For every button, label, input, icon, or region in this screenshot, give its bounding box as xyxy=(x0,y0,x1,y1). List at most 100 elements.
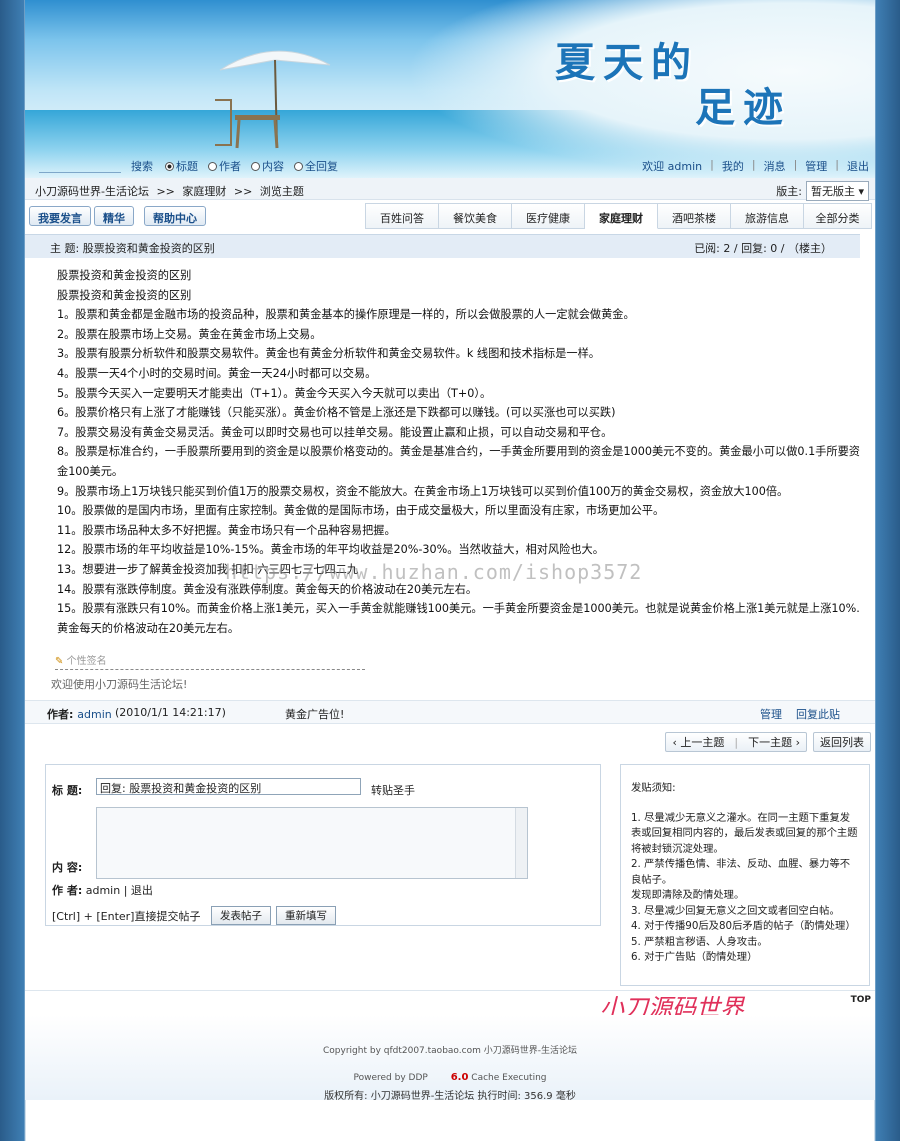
reply-form: 标 题: 回复: 股票投资和黄金投资的区别 转贴圣手 内 容: 作 者: adm… xyxy=(45,764,601,926)
chevron-down-icon: ▾ xyxy=(858,185,864,198)
user-bar: 欢迎 admin | 我的 | 消息 | 管理 | 退出 xyxy=(642,158,869,174)
breadcrumb-board[interactable]: 家庭理财 xyxy=(182,185,226,198)
manage-button[interactable]: 管理 xyxy=(760,706,782,722)
post-line: 股票投资和黄金投资的区别 xyxy=(57,288,192,302)
search-option-all-replies[interactable]: 全回复 xyxy=(294,158,338,174)
post-line: 3。股票有股票分析软件和股票交易软件。黄金也有黄金分析软件和黄金交易软件。k 线… xyxy=(57,347,600,361)
post-line: 6。股票价格只有上涨了才能赚钱（只能买涨）。黄金价格不管是上涨还是下跌都可以赚钱… xyxy=(57,406,616,420)
submit-tip: [Ctrl] + [Enter]直接提交帖子 xyxy=(52,910,201,923)
search-bar: 搜索 标题 作者 内容 全回复 欢迎 admin | 我的 | 消息 | 管理 … xyxy=(25,155,875,177)
post-line: 5。股票今天买入一定要明天才能卖出（T+1）。黄金今天买入今天就可以卖出（T+0… xyxy=(57,386,492,400)
reply-post-link[interactable]: 回复此贴 xyxy=(796,706,840,722)
footer-top-bar: TOP xyxy=(25,990,875,1010)
banner-title-line1: 夏天的 xyxy=(555,39,699,86)
breadcrumb-forum[interactable]: 小刀源码世界-生活论坛 xyxy=(35,185,149,198)
banner-title-line2: 足迹 xyxy=(695,84,791,131)
scrollbar[interactable] xyxy=(515,808,527,878)
topic-navigation: ‹ 上一主题 | 下一主题 › 返回列表 xyxy=(665,732,871,752)
content-label: 内 容: xyxy=(52,861,83,874)
reset-button[interactable]: 重新填写 xyxy=(276,906,336,925)
submit-button[interactable]: 发表帖子 xyxy=(211,906,271,925)
moderator-select: 版主: 暂无版主 ▾ xyxy=(776,181,869,201)
posting-rules: 发贴须知: 1. 尽量减少无意义之灌水。在同一主题下重复发表或回复相同内容的，最… xyxy=(620,764,870,986)
post-line: 12。股票市场的年平均收益是10%-15%。黄金市场的年平均收益是20%-30%… xyxy=(57,543,604,557)
powered-by: Powered by DDP 6.0 Cache Executing xyxy=(353,1072,547,1083)
my-link[interactable]: 我的 xyxy=(722,158,744,174)
rule-item: 2. 严禁传播色情、非法、反动、血腥、暴力等不良帖子。 xyxy=(631,858,851,886)
tab-bar[interactable]: 酒吧茶楼 xyxy=(658,204,731,229)
post-line: 8。股票是标准合约，一手股票所要用到的资金是以股票价格变动的。黄金是基准合约，一… xyxy=(57,445,860,478)
logout-link[interactable]: 退出 xyxy=(847,158,869,174)
banner-title: 夏天的 足迹 xyxy=(555,30,783,131)
username[interactable]: admin xyxy=(668,160,702,173)
ad-slot: 黄金广告位! xyxy=(285,708,345,721)
help-center-button[interactable]: 帮助中心 xyxy=(144,206,206,226)
next-topic-button[interactable]: 下一主题 › xyxy=(748,734,800,750)
signature-divider: ✎ 个性签名 xyxy=(55,652,365,670)
search-option-author[interactable]: 作者 xyxy=(208,158,241,174)
search-option-title[interactable]: 标题 xyxy=(165,158,198,174)
breadcrumb-current: 浏览主题 xyxy=(259,185,304,198)
back-to-list-button[interactable]: 返回列表 xyxy=(813,732,871,752)
tab-travel[interactable]: 旅游信息 xyxy=(731,204,804,229)
rule-item: 5. 严禁粗言秽语、人身攻击。 xyxy=(631,935,768,948)
radio-icon xyxy=(208,161,217,171)
copyright: Copyright by qfdt2007.taobao.com 小刀源码世界-… xyxy=(323,1046,577,1056)
post-line: 10。股票做的是国内市场，里面有庄家控制。黄金做的是国际市场，由于成交量极大，所… xyxy=(57,504,665,518)
search-option-content[interactable]: 内容 xyxy=(251,158,284,174)
new-post-button[interactable]: 我要发言 xyxy=(29,206,91,226)
post-date: (2010/1/1 14:21:17) xyxy=(115,706,226,719)
topic-stats: 已阅: 2 / 回复: 0 / （楼主） xyxy=(694,242,832,255)
author-name[interactable]: admin xyxy=(77,708,111,721)
action-row: 我要发言 精华 帮助中心 百姓问答 餐饮美食 医疗健康 家庭理财 酒吧茶楼 旅游… xyxy=(25,203,875,231)
umbrella-icon xyxy=(215,50,331,149)
breadcrumb: 小刀源码世界-生活论坛 >> 家庭理财 >> 浏览主题 版主: 暂无版主 ▾ xyxy=(25,178,875,201)
rule-item: 6. 对于广告贴（酌情处理） xyxy=(631,951,758,963)
pencil-icon: ✎ xyxy=(55,656,64,667)
post-line: 股票投资和黄金投资的区别 xyxy=(57,269,192,282)
post-welcome: 欢迎使用小刀源码生活论坛! xyxy=(51,678,188,691)
radio-checked-icon xyxy=(165,161,174,171)
topic-header: 主 题: 股票投资和黄金投资的区别 已阅: 2 / 回复: 0 / （楼主） xyxy=(25,234,860,258)
rule-item: 1. 尽量减少无意义之灌水。在同一主题下重复发表或回复相同内容的，最后发表或回复… xyxy=(631,811,858,855)
watermark: https://www.huzhan.com/ishop3572 xyxy=(225,560,643,584)
banner-beach xyxy=(405,0,875,178)
topic-subject: 主 题: 股票投资和黄金投资的区别 xyxy=(50,242,215,255)
post-line: 11。股票市场品种太多不好把握。黄金市场只有一个品种容易把握。 xyxy=(57,523,396,537)
rule-item: 3. 尽量减少回复无意义之回文或者回空白帖。 xyxy=(631,904,840,917)
reply-author: 作 者: admin | 退出 xyxy=(52,884,153,897)
tab-all[interactable]: 全部分类 xyxy=(804,204,872,229)
repost-label[interactable]: 转贴圣手 xyxy=(371,782,415,798)
back-to-top-link[interactable]: TOP xyxy=(851,995,871,1005)
welcome-text: 欢迎 admin xyxy=(642,160,703,173)
rule-item: 发现即清除及酌情处理。 xyxy=(631,889,745,901)
manage-link[interactable]: 管理 xyxy=(805,158,827,174)
moderator-dropdown[interactable]: 暂无版主 ▾ xyxy=(805,181,869,201)
title-label: 标 题: xyxy=(52,784,83,797)
messages-link[interactable]: 消息 xyxy=(764,158,786,174)
post-line: 7。股票交易没有黄金交易灵活。黄金可以即时交易也可以挂单交易。能设置止赢和止损，… xyxy=(57,425,613,439)
post-line: 4。股票一天4个小时的交易时间。黄金一天24小时都可以交易。 xyxy=(57,366,377,380)
author-bar: 作者: admin (2010/1/1 14:21:17) 黄金广告位! 管理 … xyxy=(25,700,875,724)
post-line: 9。股票市场上1万块钱只能买到价值1万的股票交易权，资金不能放大。在黄金市场上1… xyxy=(57,484,789,498)
tab-finance[interactable]: 家庭理财 xyxy=(585,204,658,229)
search-button[interactable]: 搜索 xyxy=(131,158,153,174)
rights-info: 版权所有: 小刀源码世界-生活论坛 执行时间: 356.9 毫秒 xyxy=(324,1091,576,1102)
post-line: 2。股票在股票市场上交易。黄金在黄金市场上交易。 xyxy=(57,327,322,341)
tab-food[interactable]: 餐饮美食 xyxy=(439,204,512,229)
reply-content-textarea[interactable] xyxy=(96,807,528,879)
rule-item: 4. 对于传播90后及80后矛盾的帖子（酌情处理） xyxy=(631,920,856,932)
radio-icon xyxy=(294,161,303,171)
header-banner: 夏天的 足迹 搜索 标题 作者 内容 全回复 欢迎 admin | 我的 | 消… xyxy=(25,0,875,178)
forum-page: 夏天的 足迹 搜索 标题 作者 内容 全回复 欢迎 admin | 我的 | 消… xyxy=(25,0,875,1102)
post-line: 15。股票有涨跌只有10%。而黄金价格上涨1美元，买入一手黄金就能赚钱100美元… xyxy=(57,602,860,635)
rules-heading: 发贴须知: xyxy=(631,782,676,794)
elite-button[interactable]: 精华 xyxy=(94,206,134,226)
post-line: 1。股票和黄金都是金融市场的投资品种，股票和黄金基本的操作原理是一样的，所以会做… xyxy=(57,308,635,322)
prev-topic-button[interactable]: ‹ 上一主题 xyxy=(672,734,724,750)
reply-title-input[interactable]: 回复: 股票投资和黄金投资的区别 xyxy=(96,778,361,795)
radio-icon xyxy=(251,161,260,171)
tab-health[interactable]: 医疗健康 xyxy=(512,204,585,229)
search-input[interactable] xyxy=(39,159,121,173)
tab-qa[interactable]: 百姓问答 xyxy=(366,204,439,229)
